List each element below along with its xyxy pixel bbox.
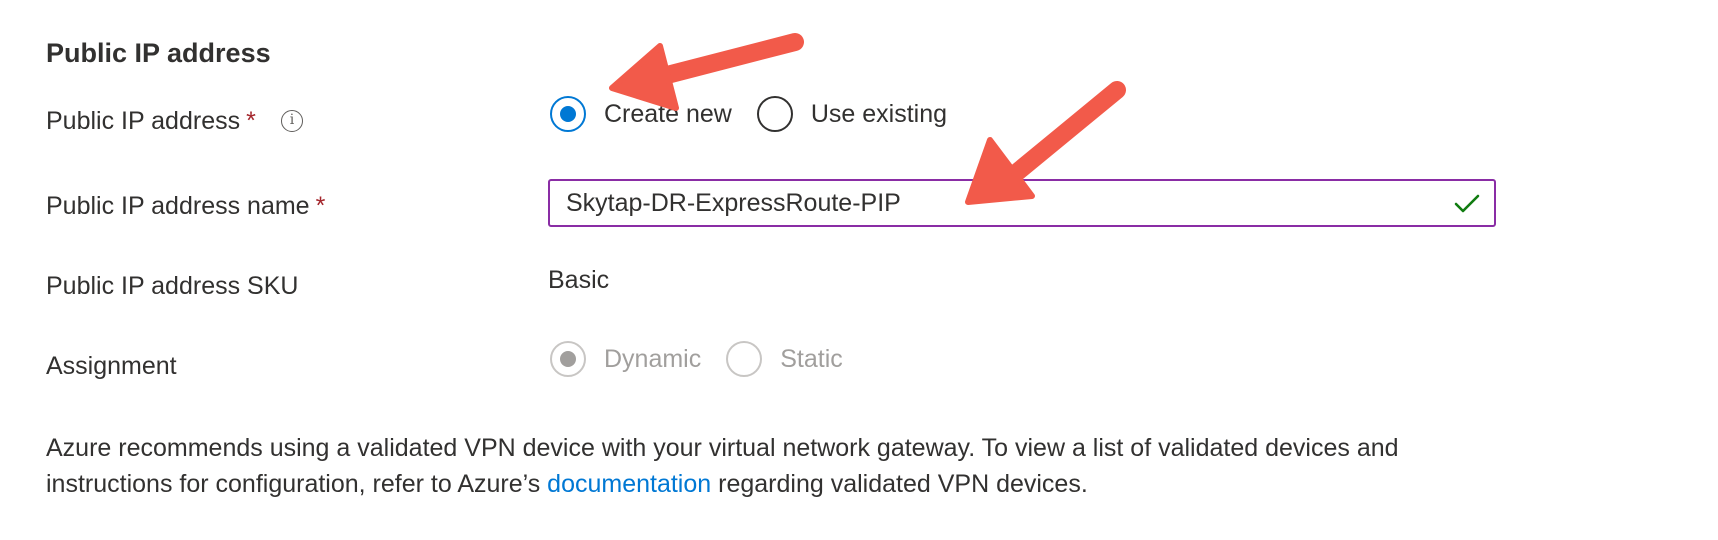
sku-label: Public IP address SKU: [46, 272, 299, 300]
documentation-link[interactable]: documentation: [547, 470, 711, 498]
radio-use-existing-label[interactable]: Use existing: [811, 100, 947, 129]
public-ip-name-label: Public IP address name *: [46, 192, 325, 221]
public-ip-label: Public IP address *: [46, 107, 256, 136]
radio-static-circle[interactable]: [726, 341, 763, 377]
radio-use-existing[interactable]: Use existing: [756, 96, 947, 132]
required-mark: *: [246, 107, 256, 135]
footer-text-after: regarding validated VPN devices.: [711, 470, 1088, 498]
radio-dynamic-circle[interactable]: [550, 341, 586, 377]
checkmark-icon: [1454, 194, 1480, 213]
radio-dynamic[interactable]: Dynamic: [550, 341, 701, 377]
public-ip-name-input[interactable]: Skytap-DR-ExpressRoute-PIP: [548, 179, 1496, 227]
section-title: Public IP address: [46, 38, 271, 68]
info-icon[interactable]: i: [281, 110, 303, 132]
radio-create-new-label[interactable]: Create new: [604, 100, 732, 129]
public-ip-radio-group: Create new Use existing: [550, 96, 972, 132]
radio-create-new-circle[interactable]: [550, 96, 586, 132]
footer-text: Azure recommends using a validated VPN d…: [46, 430, 1526, 502]
radio-static-label[interactable]: Static: [780, 345, 843, 374]
required-mark: *: [315, 192, 326, 220]
radio-static[interactable]: Static: [726, 341, 843, 377]
public-ip-name-label-text: Public IP address name: [46, 192, 310, 220]
assignment-label: Assignment: [46, 352, 177, 380]
sku-value: Basic: [548, 266, 610, 294]
radio-use-existing-circle[interactable]: [756, 96, 793, 132]
public-ip-name-value[interactable]: Skytap-DR-ExpressRoute-PIP: [566, 189, 901, 218]
assignment-radio-group: Dynamic Static: [550, 341, 868, 377]
radio-dynamic-label[interactable]: Dynamic: [604, 345, 701, 374]
radio-create-new[interactable]: Create new: [550, 96, 732, 132]
public-ip-label-text: Public IP address: [46, 107, 241, 135]
